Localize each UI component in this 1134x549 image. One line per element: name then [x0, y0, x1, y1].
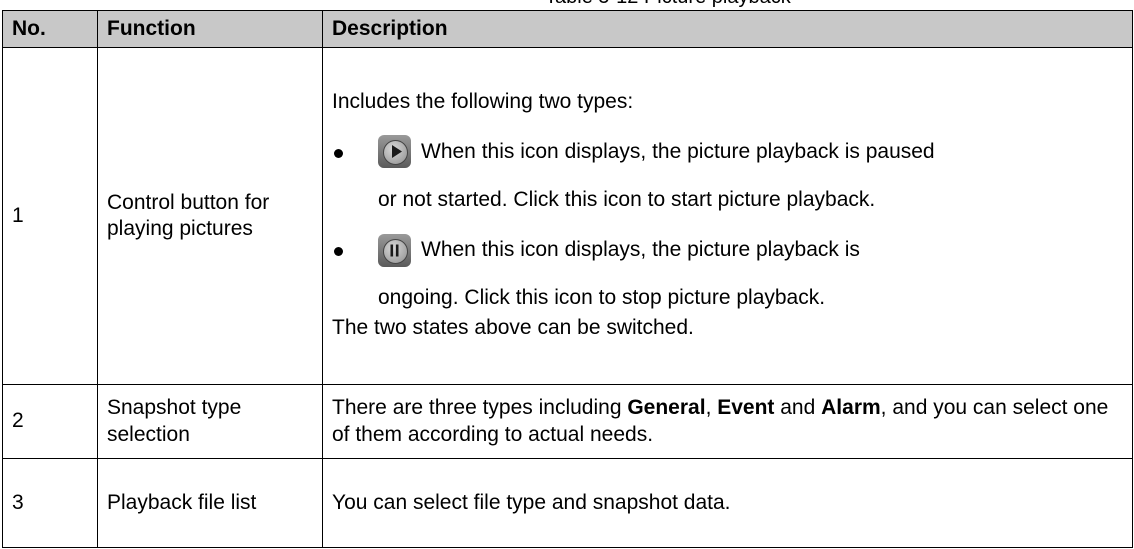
- table-caption: Table 5-12 Picture playback: [545, 0, 791, 8]
- row2-bold-event: Event: [717, 396, 775, 420]
- table-row: 2 Snapshot type selection There are thre…: [2, 384, 1133, 459]
- bullet-pause-line1: When this icon displays, the picture pla…: [421, 237, 860, 261]
- row2-text-2: ,: [705, 396, 718, 420]
- row3-function: Playback file list: [97, 458, 323, 548]
- header-function: Function: [97, 10, 323, 48]
- bullet-dot: [334, 247, 343, 256]
- bullet-pause-line2: ongoing. Click this icon to stop picture…: [378, 286, 826, 309]
- row1-footer: The two states above can be switched.: [332, 316, 694, 340]
- table-header-row: No. Function Description: [2, 10, 1133, 48]
- table-caption-fragment: Table 5-12 Picture playback: [0, 0, 1134, 8]
- bullet-pause: When this icon displays, the picture pla…: [332, 233, 1126, 311]
- row2-function: Snapshot type selection: [97, 384, 323, 459]
- row1-description: Includes the following two types: When t…: [322, 47, 1133, 385]
- bullet-play: When this icon displays, the picture pla…: [332, 135, 1126, 213]
- pause-icon: [378, 233, 411, 267]
- table-row: 3 Playback file list You can select file…: [2, 458, 1133, 548]
- row2-bold-general: General: [627, 396, 706, 420]
- bullet-dot: [334, 148, 343, 158]
- row3-no: 3: [2, 458, 98, 548]
- bullet-play-line2: or not started. Click this icon to start…: [378, 187, 876, 211]
- row1-no: 1: [2, 47, 98, 385]
- row1-function: Control button for playing pictures: [97, 47, 323, 385]
- header-description: Description: [322, 10, 1133, 48]
- header-no: No.: [2, 10, 98, 48]
- function-table: No. Function Description 1 Control butto…: [2, 10, 1133, 548]
- row2-no: 2: [2, 384, 98, 459]
- table-row: 1 Control button for playing pictures In…: [2, 47, 1133, 385]
- row2-text-3: and: [774, 396, 822, 420]
- row2-text-1: There are three types including: [332, 396, 628, 420]
- bullet-play-line1: When this icon displays, the picture pla…: [421, 139, 935, 163]
- row3-description: You can select file type and snapshot da…: [322, 458, 1133, 548]
- row2-bold-alarm: Alarm: [821, 396, 881, 420]
- row2-description: There are three types including General,…: [322, 384, 1133, 459]
- row1-intro: Includes the following two types:: [332, 89, 634, 113]
- play-icon: [378, 135, 411, 169]
